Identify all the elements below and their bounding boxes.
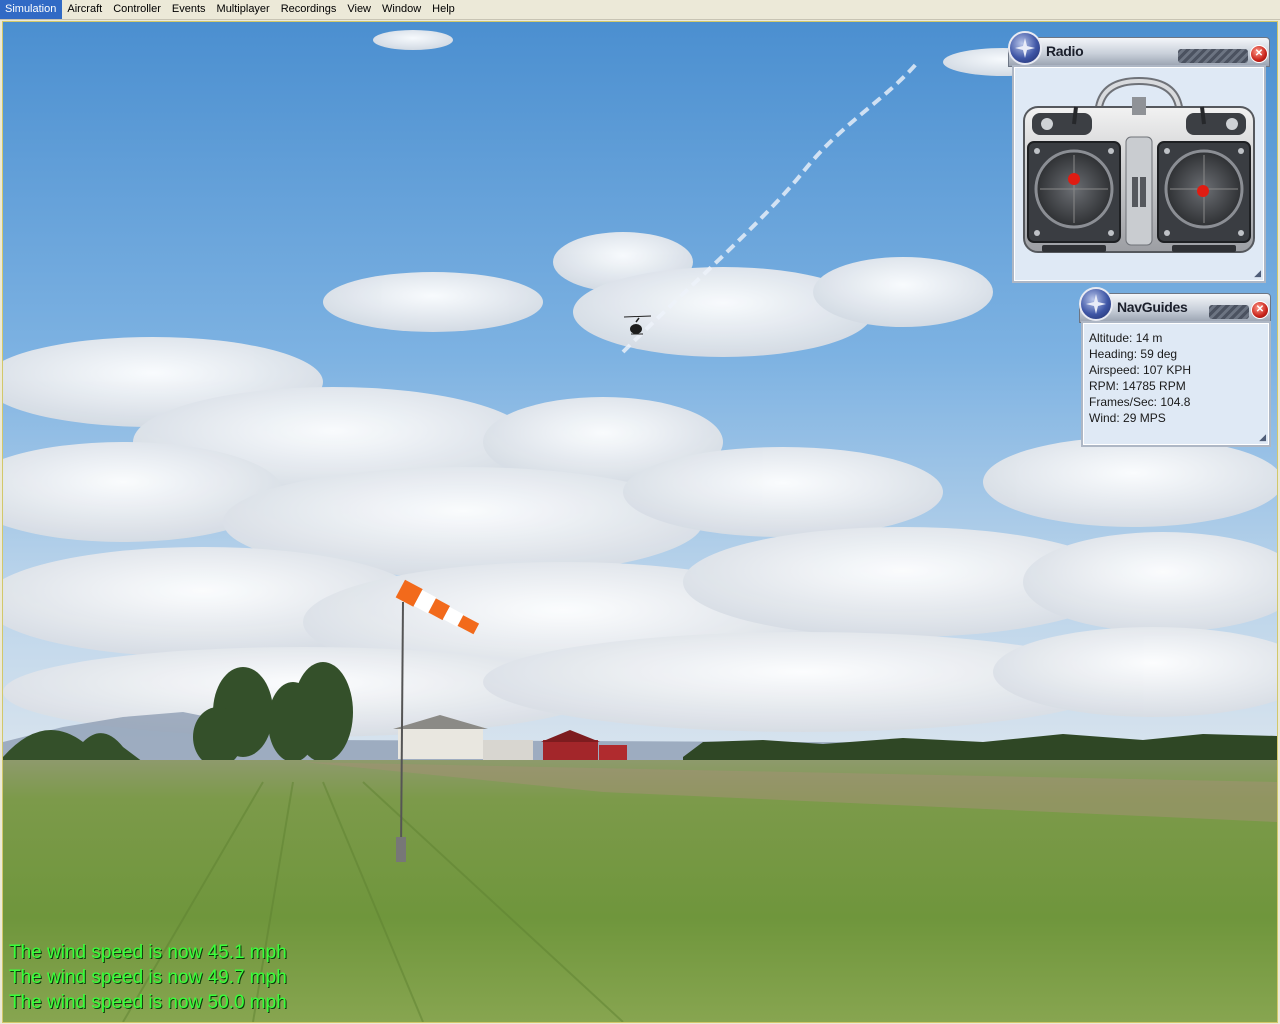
simulator-viewport[interactable]: Radio ✕ ◢ NavGuides ✕ Altitude: 14 m Hea… <box>2 21 1278 1023</box>
rpm-readout: RPM: 14785 RPM <box>1089 379 1186 393</box>
menu-help[interactable]: Help <box>427 0 461 19</box>
radio-panel: Radio ✕ ◢ <box>1008 31 1270 285</box>
menu-bar: Simulation Aircraft Controller Events Mu… <box>0 0 1280 20</box>
resize-grip-icon[interactable]: ◢ <box>1259 432 1266 443</box>
navguides-title: NavGuides <box>1117 299 1188 315</box>
navguides-titlebar[interactable]: NavGuides ✕ <box>1079 287 1271 323</box>
altitude-readout: Altitude: 14 m <box>1089 331 1163 345</box>
wind-message: The wind speed is now 50.0 mph <box>9 992 287 1013</box>
resize-grip-icon[interactable]: ◢ <box>1254 268 1261 279</box>
app-logo-icon <box>1008 31 1042 65</box>
right-stick-knob[interactable] <box>1197 185 1209 197</box>
menu-simulation[interactable]: Simulation <box>0 0 63 19</box>
menu-events[interactable]: Events <box>167 0 212 19</box>
radio-body: ◢ <box>1012 65 1266 283</box>
menu-recordings[interactable]: Recordings <box>276 0 343 19</box>
menu-aircraft[interactable]: Aircraft <box>62 0 108 19</box>
navguides-body: Altitude: 14 m Heading: 59 deg Airspeed:… <box>1081 321 1271 447</box>
fps-readout: Frames/Sec: 104.8 <box>1089 395 1191 409</box>
radio-title: Radio <box>1046 43 1084 59</box>
heading-readout: Heading: 59 deg <box>1089 347 1178 361</box>
airspeed-readout: Airspeed: 107 KPH <box>1089 363 1192 377</box>
radio-titlebar[interactable]: Radio ✕ <box>1008 31 1270 67</box>
close-icon[interactable]: ✕ <box>1250 45 1268 63</box>
close-icon[interactable]: ✕ <box>1251 301 1269 319</box>
menu-multiplayer[interactable]: Multiplayer <box>212 0 276 19</box>
transmitter-graphic <box>1023 76 1255 253</box>
wind-message: The wind speed is now 49.7 mph <box>9 967 287 988</box>
wind-message: The wind speed is now 45.1 mph <box>9 942 287 963</box>
menu-view[interactable]: View <box>342 0 377 19</box>
navguides-panel: NavGuides ✕ Altitude: 14 m Heading: 59 d… <box>1079 287 1271 447</box>
menu-window[interactable]: Window <box>377 0 427 19</box>
left-stick-knob[interactable] <box>1068 173 1080 185</box>
menu-controller[interactable]: Controller <box>108 0 167 19</box>
wind-readout: Wind: 29 MPS <box>1089 411 1166 425</box>
app-logo-icon <box>1079 287 1113 321</box>
